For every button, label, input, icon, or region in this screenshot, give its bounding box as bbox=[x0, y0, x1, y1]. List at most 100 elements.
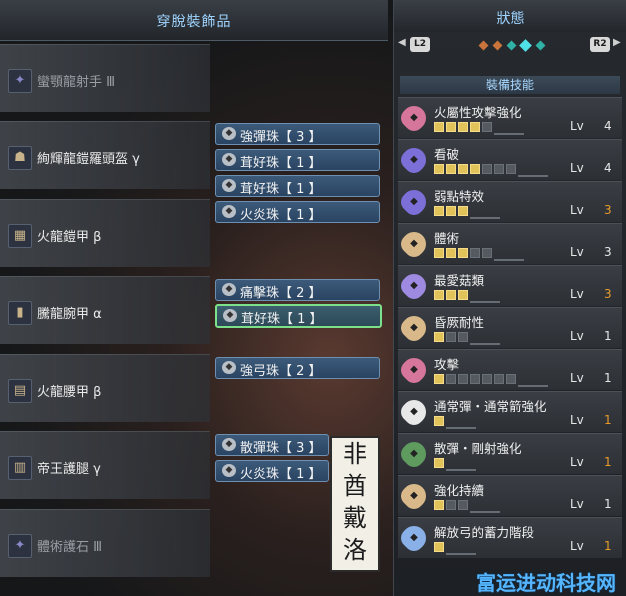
equipment-name: 蠻顎龍射手 Ⅲ bbox=[37, 75, 116, 90]
skill-level-bar bbox=[434, 416, 554, 429]
skill-level-bar bbox=[434, 122, 554, 135]
skill-gem-icon: ◆ bbox=[397, 353, 431, 387]
decoration-slot[interactable]: ◆ 火炎珠【 1 】 bbox=[215, 460, 329, 482]
equipment-slot-charm[interactable]: ✦ 體術護石 Ⅲ bbox=[0, 509, 210, 577]
skill-level-pip bbox=[434, 122, 444, 132]
page-dot[interactable] bbox=[478, 40, 489, 51]
arm-armor-icon: ▮ bbox=[8, 301, 32, 325]
stamp-char: 洛 bbox=[343, 536, 367, 564]
decoration-jewel-icon: ◆ bbox=[222, 464, 236, 477]
decoration-label: 散彈珠【 3 】 bbox=[240, 441, 322, 456]
skill-row[interactable]: ◆ 體術 Lv 3 bbox=[397, 223, 622, 264]
skill-name: 最愛菇類 bbox=[434, 273, 485, 288]
skill-gem-glyph: ◆ bbox=[410, 532, 418, 543]
page-dot-active[interactable] bbox=[519, 39, 532, 52]
skill-gem-glyph: ◆ bbox=[410, 238, 418, 249]
charm-icon: ✦ bbox=[8, 534, 32, 558]
r2-button[interactable]: R2 bbox=[590, 37, 610, 52]
decoration-jewel-icon: ◆ bbox=[222, 127, 236, 140]
skill-level-bar bbox=[434, 374, 554, 387]
skill-level-pip bbox=[506, 374, 516, 384]
skill-level-pip bbox=[446, 164, 456, 174]
skill-row[interactable]: ◆ 強化持續 Lv 1 bbox=[397, 475, 622, 516]
equipment-slot-head[interactable]: ☗ 絢輝龍鎧羅頭盔 γ bbox=[0, 121, 210, 189]
calligraphy-stamp: 非 酋 戴 洛 bbox=[330, 436, 380, 572]
skill-level-pip bbox=[506, 164, 516, 174]
status-panel-title: 狀態 bbox=[496, 11, 525, 27]
skill-level-pip bbox=[434, 290, 444, 300]
decoration-slot[interactable]: ◆ 火炎珠【 1 】 bbox=[215, 201, 380, 223]
skill-level-pip bbox=[446, 248, 456, 258]
skill-gem-glyph: ◆ bbox=[410, 154, 418, 165]
equipped-skills-header: 裝備技能 bbox=[400, 76, 620, 94]
skill-level-label: Lv bbox=[570, 287, 584, 301]
skill-row[interactable]: ◆ 最愛菇類 Lv 3 bbox=[397, 265, 622, 306]
equipment-slot-chest[interactable]: ▦ 火龍鎧甲 β bbox=[0, 199, 210, 267]
skill-gem-glyph: ◆ bbox=[410, 490, 418, 501]
skill-bar-track bbox=[470, 217, 500, 219]
skill-gem-icon: ◆ bbox=[397, 227, 431, 261]
skill-bar-track bbox=[470, 343, 500, 345]
decoration-label: 痛擊珠【 2 】 bbox=[240, 286, 322, 301]
skill-row[interactable]: ◆ 看破 Lv 4 bbox=[397, 139, 622, 180]
decoration-slot-selected[interactable]: ◆ 茸好珠【 1 】 bbox=[215, 304, 382, 328]
skill-row[interactable]: ◆ 通常彈・通常箭強化 Lv 1 bbox=[397, 391, 622, 432]
equipment-slot-charm-top[interactable]: ✦ 蠻顎龍射手 Ⅲ bbox=[0, 44, 210, 112]
equipment-slot-waist[interactable]: ▤ 火龍腰甲 β bbox=[0, 354, 210, 422]
skill-level-pip bbox=[470, 122, 480, 132]
skill-row[interactable]: ◆ 攻擊 Lv 1 bbox=[397, 349, 622, 390]
skill-name: 通常彈・通常箭強化 bbox=[434, 399, 547, 414]
skill-level-pip bbox=[458, 122, 468, 132]
decoration-equip-panel: 穿脫裝飾品 ✦ 蠻顎龍射手 Ⅲ ☗ 絢輝龍鎧羅頭盔 γ ▦ 火龍鎧甲 β ▮ 騰… bbox=[0, 0, 388, 596]
page-dot[interactable] bbox=[506, 40, 517, 51]
skill-row[interactable]: ◆ 弱點特效 Lv 3 bbox=[397, 181, 622, 222]
decoration-jewel-icon: ◆ bbox=[222, 205, 236, 218]
equipment-slot-arms[interactable]: ▮ 騰龍腕甲 α bbox=[0, 276, 210, 344]
skill-row[interactable]: ◆ 昏厥耐性 Lv 1 bbox=[397, 307, 622, 348]
skill-level-pip bbox=[434, 206, 444, 216]
skill-level-value: 1 bbox=[604, 413, 612, 427]
skill-level-bar bbox=[434, 248, 554, 261]
skill-level-pip bbox=[470, 374, 480, 384]
skill-bar-track bbox=[446, 469, 476, 471]
decoration-label: 強弓珠【 2 】 bbox=[240, 364, 322, 379]
skill-level-pip bbox=[434, 458, 444, 468]
skill-level-pip bbox=[494, 374, 504, 384]
skill-bar-track bbox=[446, 553, 476, 555]
skill-level-pip bbox=[446, 206, 456, 216]
chest-armor-icon: ▦ bbox=[8, 224, 32, 248]
page-dot[interactable] bbox=[535, 40, 546, 51]
stamp-char: 戴 bbox=[343, 504, 367, 532]
decoration-slot[interactable]: ◆ 強彈珠【 3 】 bbox=[215, 123, 380, 145]
skill-level-bar bbox=[434, 458, 554, 471]
decoration-slot[interactable]: ◆ 茸好珠【 1 】 bbox=[215, 149, 380, 171]
equipment-slot-legs[interactable]: ▥ 帝王護腿 γ bbox=[0, 431, 210, 499]
skill-level-bar bbox=[434, 542, 554, 555]
skill-row[interactable]: ◆ 解放弓的蓄力階段 Lv 1 bbox=[397, 517, 622, 558]
skill-row[interactable]: ◆ 散彈・剛射強化 Lv 1 bbox=[397, 433, 622, 474]
decoration-slot[interactable]: ◆ 散彈珠【 3 】 bbox=[215, 434, 329, 456]
page-dot[interactable] bbox=[492, 40, 503, 51]
skill-name: 看破 bbox=[434, 147, 460, 162]
decoration-slot[interactable]: ◆ 痛擊珠【 2 】 bbox=[215, 279, 380, 301]
decoration-slot[interactable]: ◆ 強弓珠【 2 】 bbox=[215, 357, 380, 379]
l2-button[interactable]: L2 bbox=[410, 37, 430, 52]
skill-level-value: 4 bbox=[604, 161, 612, 175]
decoration-label: 茸好珠【 1 】 bbox=[240, 156, 322, 171]
decoration-jewel-icon: ◆ bbox=[222, 153, 236, 166]
skill-level-bar bbox=[434, 164, 554, 177]
skill-level-pip bbox=[434, 164, 444, 174]
skill-gem-icon: ◆ bbox=[397, 185, 431, 219]
skill-gem-glyph: ◆ bbox=[410, 322, 418, 333]
decoration-slot[interactable]: ◆ 茸好珠【 1 】 bbox=[215, 175, 380, 197]
skill-level-label: Lv bbox=[570, 455, 584, 469]
skill-level-pip bbox=[482, 248, 492, 258]
arrow-right-icon: ▶ bbox=[613, 37, 621, 48]
skill-row[interactable]: ◆ 火屬性攻擊強化 Lv 4 bbox=[397, 97, 622, 138]
skill-level-pip bbox=[446, 290, 456, 300]
decoration-jewel-icon: ◆ bbox=[222, 438, 236, 451]
skill-gem-icon: ◆ bbox=[397, 479, 431, 513]
skill-level-pip bbox=[458, 164, 468, 174]
skill-name: 攻擊 bbox=[434, 357, 460, 372]
skill-level-pip bbox=[458, 290, 468, 300]
